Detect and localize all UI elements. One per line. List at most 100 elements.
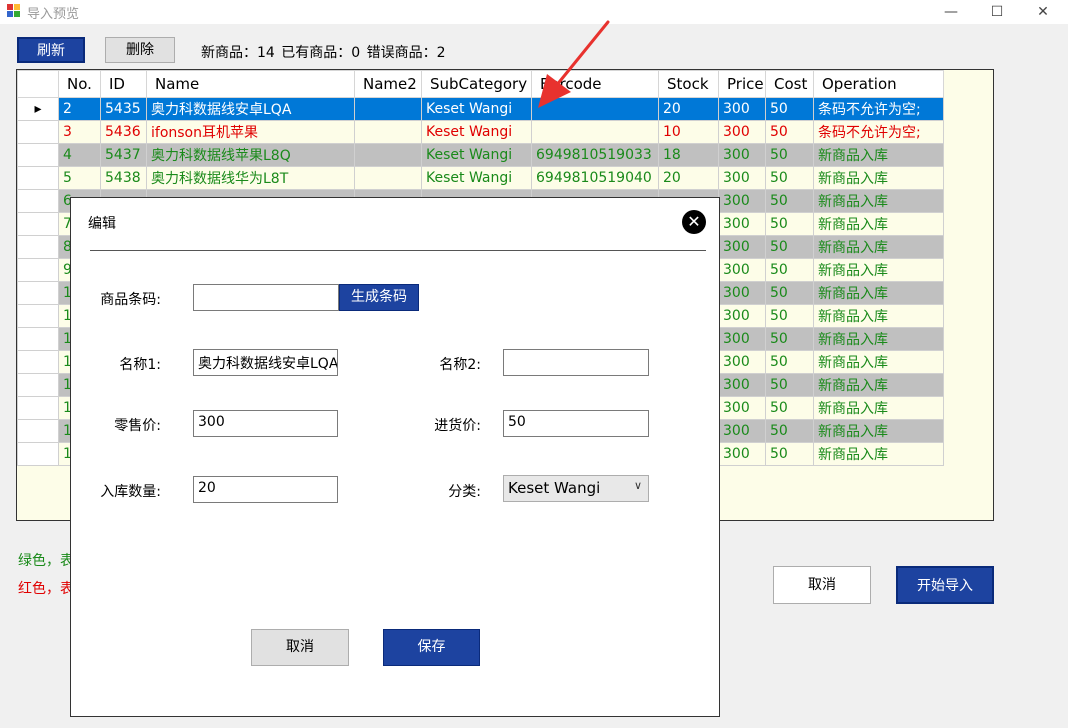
cell-op[interactable]: 新商品入库: [813, 327, 944, 351]
cell-sub[interactable]: Keset Wangi: [421, 143, 532, 167]
name2-input[interactable]: [503, 349, 649, 376]
cell-cost[interactable]: 50: [765, 350, 814, 374]
cell-sub[interactable]: Keset Wangi: [421, 97, 532, 121]
cell-op[interactable]: 新商品入库: [813, 442, 944, 466]
cell-id[interactable]: 5435: [100, 97, 147, 121]
cell-name[interactable]: 奥力科数据线苹果L8Q: [146, 143, 355, 167]
cell-cost[interactable]: 50: [765, 304, 814, 328]
cell-no[interactable]: 2: [58, 97, 101, 121]
row-header[interactable]: [17, 258, 59, 282]
column-header[interactable]: No.: [58, 70, 101, 98]
cell-cost[interactable]: 50: [765, 235, 814, 259]
cell-op[interactable]: 条码不允许为空;: [813, 97, 944, 121]
quantity-input[interactable]: 20: [193, 476, 338, 503]
column-header[interactable]: Barcode: [531, 70, 659, 98]
cell-name2[interactable]: [354, 143, 422, 167]
delete-button[interactable]: 删除: [105, 37, 175, 63]
cell-sub[interactable]: Keset Wangi: [421, 120, 532, 144]
cell-name[interactable]: ifonson耳机苹果: [146, 120, 355, 144]
row-header[interactable]: [17, 281, 59, 305]
cell-barcode[interactable]: [531, 120, 659, 144]
name1-input[interactable]: 奥力科数据线安卓LQA: [193, 349, 338, 376]
cell-name2[interactable]: [354, 120, 422, 144]
cell-op[interactable]: 新商品入库: [813, 419, 944, 443]
generate-barcode-button[interactable]: 生成条码: [339, 284, 419, 311]
cell-op[interactable]: 新商品入库: [813, 235, 944, 259]
cell-cost[interactable]: 50: [765, 97, 814, 121]
cell-price[interactable]: 300: [718, 442, 766, 466]
cell-op[interactable]: 新商品入库: [813, 166, 944, 190]
column-header[interactable]: Price: [718, 70, 766, 98]
cell-barcode[interactable]: 6949810519033: [531, 143, 659, 167]
cell-no[interactable]: 4: [58, 143, 101, 167]
cell-stock[interactable]: 20: [658, 166, 719, 190]
cell-op[interactable]: 新商品入库: [813, 396, 944, 420]
column-header[interactable]: SubCategory: [421, 70, 532, 98]
minimize-icon[interactable]: —: [928, 0, 974, 24]
cell-stock[interactable]: 10: [658, 120, 719, 144]
cell-sub[interactable]: Keset Wangi: [421, 166, 532, 190]
row-header[interactable]: [17, 235, 59, 259]
row-header[interactable]: [17, 442, 59, 466]
refresh-button[interactable]: 刷新: [17, 37, 85, 63]
cell-name[interactable]: 奥力科数据线安卓LQA: [146, 97, 355, 121]
cell-price[interactable]: 300: [718, 258, 766, 282]
row-header[interactable]: ▸: [17, 97, 59, 121]
cell-no[interactable]: 3: [58, 120, 101, 144]
cell-price[interactable]: 300: [718, 304, 766, 328]
row-header[interactable]: [17, 120, 59, 144]
cell-op[interactable]: 条码不允许为空;: [813, 120, 944, 144]
cell-op[interactable]: 新商品入库: [813, 350, 944, 374]
cell-cost[interactable]: 50: [765, 212, 814, 236]
barcode-input[interactable]: [193, 284, 339, 311]
cell-cost[interactable]: 50: [765, 258, 814, 282]
cell-price[interactable]: 300: [718, 373, 766, 397]
dialog-cancel-button[interactable]: 取消: [251, 629, 349, 666]
cell-id[interactable]: 5437: [100, 143, 147, 167]
cell-stock[interactable]: 20: [658, 97, 719, 121]
column-header[interactable]: Name2: [354, 70, 422, 98]
category-select[interactable]: Keset Wangi ∨: [503, 475, 649, 502]
cell-op[interactable]: 新商品入库: [813, 281, 944, 305]
cell-cost[interactable]: 50: [765, 396, 814, 420]
table-row[interactable]: 4 5437 奥力科数据线苹果L8Q Keset Wangi 6949810519033…: [17, 143, 944, 167]
cell-cost[interactable]: 50: [765, 120, 814, 144]
cell-price[interactable]: 300: [718, 166, 766, 190]
cell-price[interactable]: 300: [718, 212, 766, 236]
cell-cost[interactable]: 50: [765, 166, 814, 190]
cell-price[interactable]: 300: [718, 143, 766, 167]
cell-cost[interactable]: 50: [765, 327, 814, 351]
cell-cost[interactable]: 50: [765, 143, 814, 167]
cell-cost[interactable]: 50: [765, 189, 814, 213]
cell-stock[interactable]: 18: [658, 143, 719, 167]
cell-op[interactable]: 新商品入库: [813, 373, 944, 397]
column-header[interactable]: ID: [100, 70, 147, 98]
maximize-icon[interactable]: ☐: [974, 0, 1020, 24]
column-header[interactable]: Cost: [765, 70, 814, 98]
cell-barcode[interactable]: [531, 97, 659, 121]
cell-cost[interactable]: 50: [765, 281, 814, 305]
cell-id[interactable]: 5436: [100, 120, 147, 144]
cell-cost[interactable]: 50: [765, 442, 814, 466]
cell-price[interactable]: 300: [718, 189, 766, 213]
close-icon[interactable]: ✕: [682, 210, 706, 234]
row-header[interactable]: [17, 396, 59, 420]
cell-price[interactable]: 300: [718, 120, 766, 144]
cell-price[interactable]: 300: [718, 281, 766, 305]
column-header[interactable]: Stock: [658, 70, 719, 98]
row-header[interactable]: [17, 350, 59, 374]
row-header[interactable]: [17, 166, 59, 190]
row-header[interactable]: [17, 212, 59, 236]
row-header[interactable]: [17, 143, 59, 167]
cell-name2[interactable]: [354, 97, 422, 121]
cell-price[interactable]: 300: [718, 350, 766, 374]
cell-price[interactable]: 300: [718, 419, 766, 443]
cell-price[interactable]: 300: [718, 235, 766, 259]
row-header[interactable]: [17, 327, 59, 351]
cell-id[interactable]: 5438: [100, 166, 147, 190]
table-row[interactable]: 3 5436 ifonson耳机苹果 Keset Wangi 10 300 50 条码不允许为…: [17, 120, 944, 144]
table-row[interactable]: 5 5438 奥力科数据线华为L8T Keset Wangi 6949810519040…: [17, 166, 944, 190]
cell-cost[interactable]: 50: [765, 419, 814, 443]
column-header[interactable]: Operation: [813, 70, 944, 98]
retail-price-input[interactable]: 300: [193, 410, 338, 437]
